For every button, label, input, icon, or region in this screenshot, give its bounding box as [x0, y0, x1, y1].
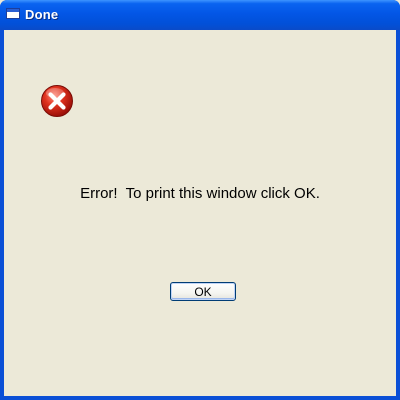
ok-button[interactable]: OK: [170, 282, 236, 301]
dialog-body: Error! To print this window click OK. OK: [4, 30, 396, 396]
error-message: Error! To print this window click OK.: [80, 185, 320, 202]
window-icon: [6, 8, 20, 19]
window-title: Done: [25, 7, 59, 22]
error-icon: [41, 85, 73, 117]
dialog-window: Done Error! To print this window click O…: [0, 0, 400, 400]
title-bar[interactable]: Done: [0, 0, 400, 30]
